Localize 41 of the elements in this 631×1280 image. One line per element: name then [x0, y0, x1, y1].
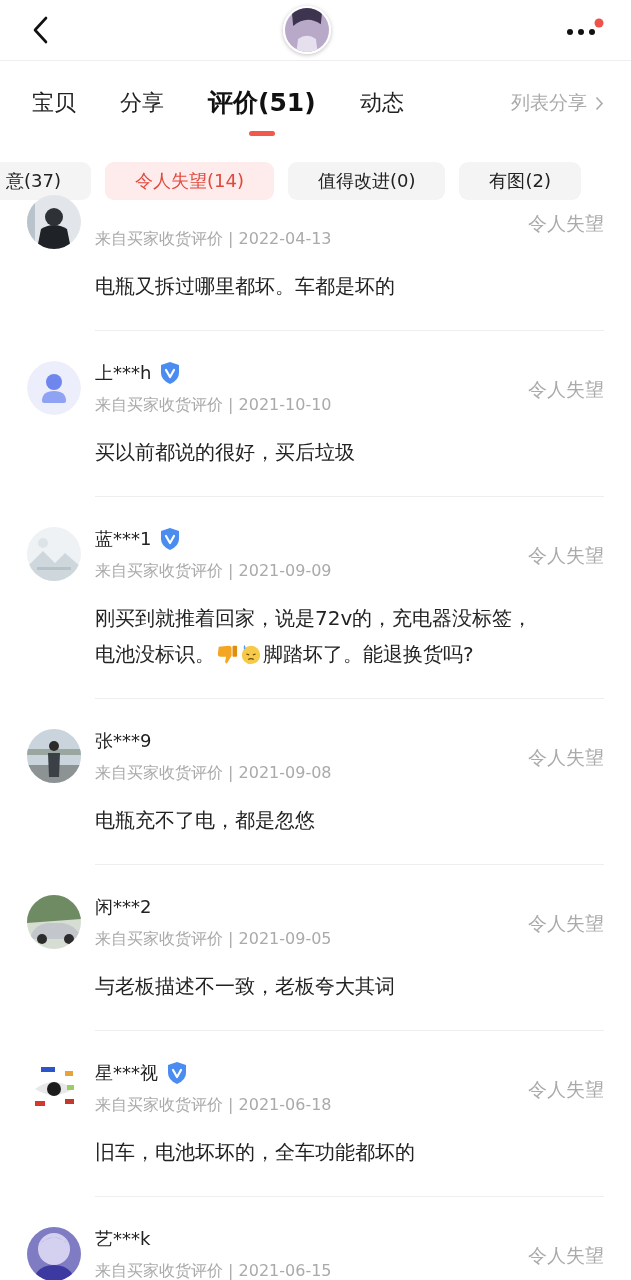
- review-meta: 来自买家收货评价 | 2021-09-05: [95, 928, 332, 950]
- tab[interactable]: 宝贝: [32, 86, 76, 136]
- review-text: 电瓶充不了电，都是忽悠: [95, 807, 315, 834]
- review-text: 买以前都说的很好，买后垃圾: [95, 439, 355, 466]
- reviewer-name: 蓝***1: [95, 527, 152, 551]
- tab[interactable]: 评价(51): [208, 86, 316, 136]
- review-meta: 来自买家收货评价 | 2021-10-10: [95, 394, 332, 416]
- rating-label: 令人失望: [528, 542, 604, 568]
- rating-label: 令人失望: [528, 744, 604, 770]
- review-meta: 来自买家收货评价 | 2022-04-13: [95, 228, 332, 250]
- review-text: 与老板描述不一致，老板夸大其词: [95, 973, 395, 1000]
- rating-label: 令人失望: [528, 210, 604, 236]
- review-text: 旧车，电池坏坏的，全车功能都坏的: [95, 1139, 415, 1166]
- filter-chip[interactable]: 意(37): [0, 162, 91, 200]
- review-text: 电池没标识。: [95, 641, 215, 668]
- review-text: 脚踏坏了。能退换货吗?: [263, 641, 474, 668]
- default-avatar-icon: [27, 361, 81, 415]
- review-meta: 来自买家收货评价 | 2021-06-18: [95, 1094, 332, 1116]
- filter-chip[interactable]: 令人失望(14): [104, 162, 274, 200]
- back-icon[interactable]: [32, 16, 48, 44]
- review-meta: 来自买家收货评价 | 2021-06-15: [95, 1260, 332, 1280]
- filter-chip[interactable]: 有图(2): [459, 162, 581, 200]
- filter-chip[interactable]: 值得改进(0): [287, 162, 446, 200]
- rating-label: 令人失望: [528, 910, 604, 936]
- tab[interactable]: 分享: [120, 86, 164, 136]
- reviewer-name: 上***h: [95, 361, 152, 385]
- review-text: 电瓶又拆过哪里都坏。车都是坏的: [95, 273, 395, 300]
- reviewer-name: 艺***k: [95, 1227, 151, 1251]
- review-text: 刚买到就推着回家，说是72v的，充电器没标签，: [95, 605, 533, 632]
- thumbs-down-icon: [216, 643, 238, 665]
- reviewer-name: 张***9: [95, 729, 152, 753]
- rating-label: 令人失望: [528, 1076, 604, 1102]
- tab[interactable]: 动态: [359, 86, 404, 136]
- sweat-emoji-icon: [240, 643, 262, 665]
- review-meta: 来自买家收货评价 | 2021-09-09: [95, 560, 332, 582]
- chevron-right-icon: [595, 95, 604, 111]
- reviewer-name: 星***视: [95, 1061, 158, 1085]
- reviewer-name: 闲***2: [95, 895, 152, 919]
- review-meta: 来自买家收货评价 | 2021-09-08: [95, 762, 332, 784]
- rating-label: 令人失望: [528, 1242, 604, 1268]
- rating-label: 令人失望: [528, 376, 604, 402]
